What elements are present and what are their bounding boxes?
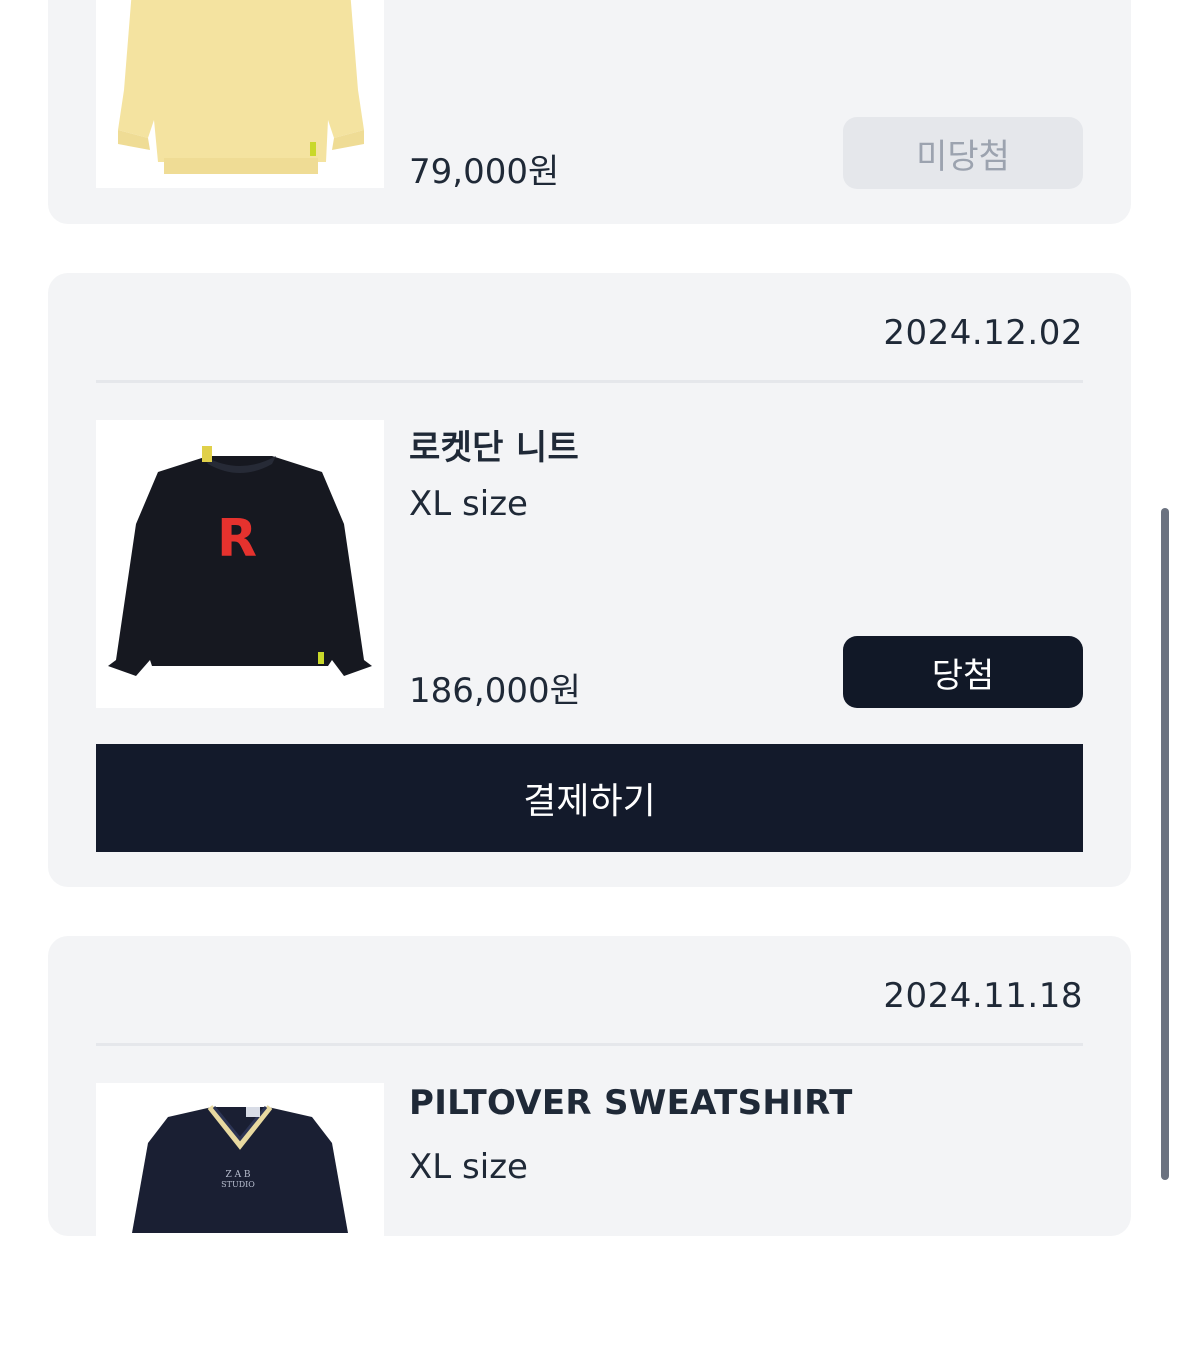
order-card-3: 2024.11.18 Z A B STUDIO PILTOVER SWEATSH… — [48, 936, 1131, 1371]
divider — [96, 380, 1083, 383]
product-image-piltover-sweatshirt[interactable]: Z A B STUDIO — [96, 1083, 384, 1371]
scrollbar[interactable] — [1161, 508, 1169, 1180]
divider — [96, 1043, 1083, 1046]
order-card-1: R 79,000원 미당첨 — [48, 0, 1131, 224]
order-date: 2024.11.18 — [883, 976, 1083, 1016]
product-image-yellow-sweater[interactable]: R — [96, 0, 384, 188]
sweater-logo-letter: R — [217, 509, 257, 569]
product-name: 로켓단 니트 — [409, 428, 580, 468]
product-image-rocket-knit[interactable]: R — [96, 420, 384, 708]
order-price: 186,000원 — [409, 671, 581, 711]
svg-text:STUDIO: STUDIO — [221, 1180, 255, 1189]
product-size: XL size — [409, 484, 528, 524]
order-price: 79,000원 — [409, 152, 560, 192]
selected-button[interactable]: 당첨 — [843, 636, 1083, 708]
not-selected-button[interactable]: 미당첨 — [843, 117, 1083, 189]
pay-button[interactable]: 결제하기 — [96, 744, 1083, 852]
svg-text:Z A B: Z A B — [225, 1170, 250, 1180]
order-card-2: 2024.12.02 R 로켓단 니트 XL size 186,000원 당첨 … — [48, 273, 1131, 887]
product-size: XL size — [409, 1147, 528, 1187]
order-date: 2024.12.02 — [883, 313, 1083, 353]
product-name: PILTOVER SWEATSHIRT — [409, 1083, 853, 1123]
